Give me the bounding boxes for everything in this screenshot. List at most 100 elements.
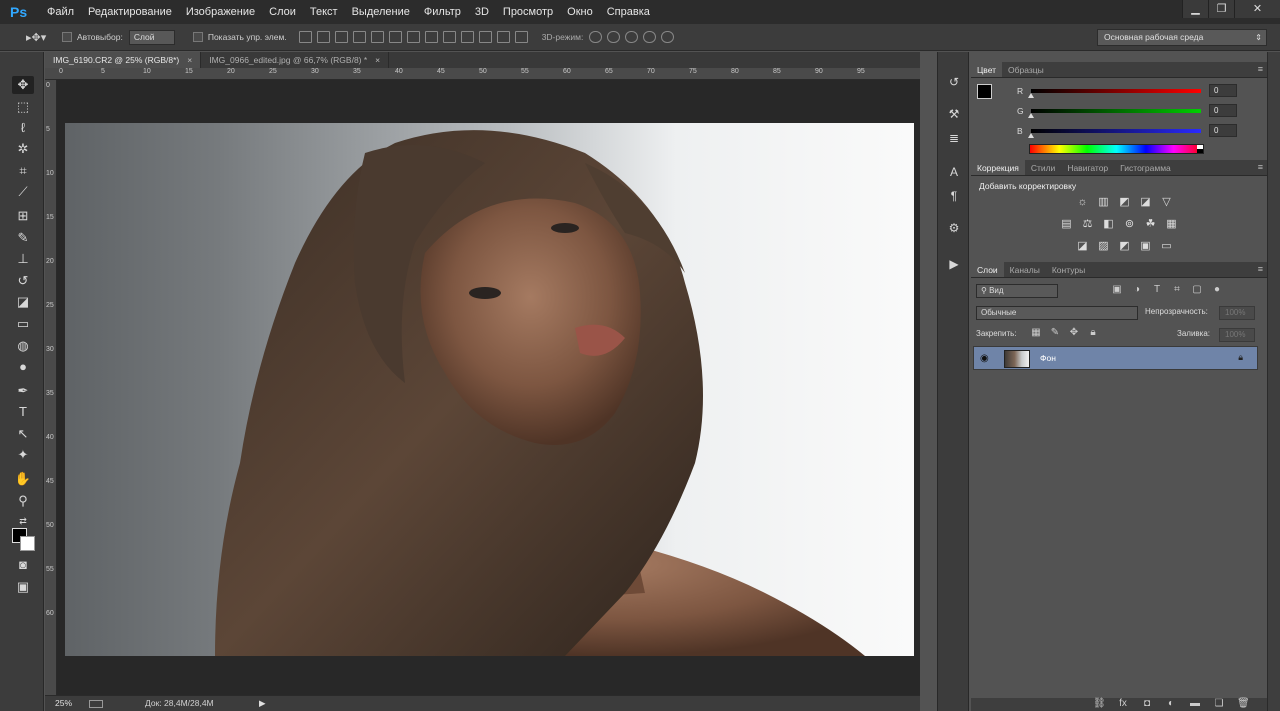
brush-settings-icon[interactable]: ≣	[946, 130, 962, 146]
lock-transparency-icon[interactable]: ▦	[1030, 327, 1042, 339]
canvas-area[interactable]	[57, 80, 920, 695]
restore-button[interactable]: ❐	[1208, 0, 1234, 18]
show-transform-checkbox[interactable]	[192, 32, 203, 42]
hue-saturation-icon[interactable]: ▤	[1059, 218, 1074, 231]
new-adjustment-icon[interactable]: ◐	[1165, 698, 1177, 710]
invert-icon[interactable]: ◪	[1075, 240, 1090, 253]
move-tool-icon[interactable]: ✥	[12, 76, 34, 94]
color-spectrum[interactable]	[1029, 144, 1204, 154]
crop-icon[interactable]: ⌗	[12, 162, 34, 180]
slider-track-r[interactable]	[1031, 89, 1201, 93]
link-layers-icon[interactable]: ⛓	[1093, 698, 1106, 710]
tab-color[interactable]: Цвет	[971, 62, 1003, 77]
dodge-icon[interactable]: ●	[12, 358, 34, 376]
distribute-hcenter-icon[interactable]	[478, 31, 492, 43]
close-tab-icon[interactable]: ×	[187, 55, 192, 65]
filter-shape-icon[interactable]: ⌗	[1171, 284, 1183, 296]
tool-presets-icon[interactable]: ⚒	[946, 106, 962, 122]
lasso-icon[interactable]: ℓ	[12, 119, 34, 137]
slider-g[interactable]: G 0	[1017, 104, 1267, 120]
color-lookup-icon[interactable]: ▦	[1164, 218, 1179, 231]
threshold-icon[interactable]: ◩	[1117, 240, 1132, 253]
screen-mode-icon[interactable]: ▣	[12, 578, 34, 596]
brightness-contrast-icon[interactable]: ☼	[1075, 196, 1090, 209]
tab-histogram[interactable]: Гистограмма	[1114, 160, 1177, 175]
eyedropper-icon[interactable]: ⟋	[12, 183, 34, 201]
selective-color-icon[interactable]: ▣	[1138, 240, 1153, 253]
actions-play-icon[interactable]: ▶	[946, 256, 962, 272]
menu-filter[interactable]: Фильтр	[417, 6, 468, 18]
levels-icon[interactable]: ▥	[1096, 196, 1111, 209]
lock-position-icon[interactable]: ✥	[1068, 327, 1080, 339]
tab-swatches[interactable]: Образцы	[1002, 62, 1050, 77]
channel-mixer-icon[interactable]: ☘	[1143, 218, 1158, 231]
magic-wand-icon[interactable]: ✲	[12, 140, 34, 158]
distribute-bottom-icon[interactable]	[442, 31, 456, 43]
layer-filter-select[interactable]: ⚲ Вид	[976, 284, 1058, 298]
slider-value[interactable]: 0	[1209, 84, 1237, 97]
align-hcenter-icon[interactable]	[370, 31, 384, 43]
curves-icon[interactable]: ◩	[1117, 196, 1132, 209]
align-vcenter-icon[interactable]	[316, 31, 330, 43]
tab-adjustments[interactable]: Коррекция	[971, 160, 1025, 175]
close-button[interactable]: ✕	[1234, 0, 1280, 18]
panel-menu-icon[interactable]: ≡	[1258, 162, 1263, 172]
eye-icon[interactable]: ◉	[980, 353, 992, 365]
tab-img-0966[interactable]: IMG_0966_edited.jpg @ 66,7% (RGB/8) * ×	[201, 52, 390, 68]
align-left-icon[interactable]	[352, 31, 366, 43]
new-layer-icon[interactable]: ❏	[1213, 698, 1225, 710]
opacity-field[interactable]: 100%	[1219, 306, 1255, 320]
background-color-swatch[interactable]	[20, 536, 35, 551]
slider-track-g[interactable]	[1031, 109, 1201, 113]
slider-value[interactable]: 0	[1209, 104, 1237, 117]
panel-menu-icon[interactable]: ≡	[1258, 64, 1263, 74]
blend-mode-select[interactable]: Обычные	[976, 306, 1138, 320]
panel-foreground-swatch[interactable]	[977, 84, 992, 99]
filter-adjustment-icon[interactable]: ◑	[1131, 284, 1143, 296]
layer-name[interactable]: Фон	[1040, 353, 1056, 363]
workspace-select[interactable]: Основная рабочая среда ⇕	[1097, 29, 1267, 46]
slider-b[interactable]: B 0	[1017, 124, 1267, 140]
ruler-horizontal[interactable]: 0 5 10 15 20 25 30 35 40 45 50 55 60 65 …	[45, 68, 920, 80]
blur-icon[interactable]: ◍	[12, 337, 34, 355]
zoom-field[interactable]: 25%	[55, 696, 72, 711]
autoselect-checkbox[interactable]	[62, 32, 72, 42]
3d-rotate-icon[interactable]	[589, 31, 603, 43]
photo-filter-icon[interactable]: ⊚	[1122, 218, 1137, 231]
menu-edit[interactable]: Редактирование	[81, 6, 179, 18]
color-balance-icon[interactable]: ⚖	[1080, 218, 1095, 231]
auto-align-icon[interactable]	[514, 31, 528, 43]
black-white-icon[interactable]: ◧	[1101, 218, 1116, 231]
vibrance-icon[interactable]: ▽	[1159, 196, 1174, 209]
distribute-vcenter-icon[interactable]	[424, 31, 438, 43]
document-photo[interactable]	[65, 123, 914, 656]
autoselect-select[interactable]: Слой	[128, 29, 175, 45]
path-select-icon[interactable]: ↖	[12, 425, 34, 443]
proof-setup-icon[interactable]	[89, 700, 103, 708]
slider-thumb[interactable]	[1028, 133, 1034, 138]
align-right-icon[interactable]	[388, 31, 402, 43]
history-icon[interactable]: ↺	[946, 74, 962, 90]
layer-row-background[interactable]: ◉ Фон 🔒︎	[973, 346, 1258, 370]
gradient-icon[interactable]: ▭	[12, 315, 34, 333]
distribute-top-icon[interactable]	[406, 31, 420, 43]
paragraph-icon[interactable]: ¶	[946, 188, 962, 204]
panel-menu-icon[interactable]: ≡	[1258, 264, 1263, 274]
minimize-button[interactable]: ▁	[1182, 0, 1208, 18]
pen-icon[interactable]: ✒	[12, 382, 34, 400]
new-group-icon[interactable]: ▬	[1189, 698, 1201, 710]
filter-smart-object-icon[interactable]: ▢	[1191, 284, 1203, 296]
hand-icon[interactable]: ✋	[12, 470, 34, 488]
menu-3d[interactable]: 3D	[468, 6, 496, 18]
clone-source-icon[interactable]: ⚙	[946, 220, 962, 236]
gradient-map-icon[interactable]: ▭	[1159, 240, 1174, 253]
character-icon[interactable]: A	[946, 164, 962, 180]
tab-layers[interactable]: Слои	[971, 262, 1004, 277]
add-mask-icon[interactable]: ◘	[1141, 698, 1153, 710]
tab-navigator[interactable]: Навигатор	[1061, 160, 1114, 175]
filter-type-icon[interactable]: T	[1151, 284, 1163, 296]
posterize-icon[interactable]: ▨	[1096, 240, 1111, 253]
marquee-icon[interactable]: ⬚	[12, 98, 34, 116]
menu-type[interactable]: Текст	[303, 6, 345, 18]
move-tool-preset-icon[interactable]: ▸✥▾	[26, 31, 62, 44]
